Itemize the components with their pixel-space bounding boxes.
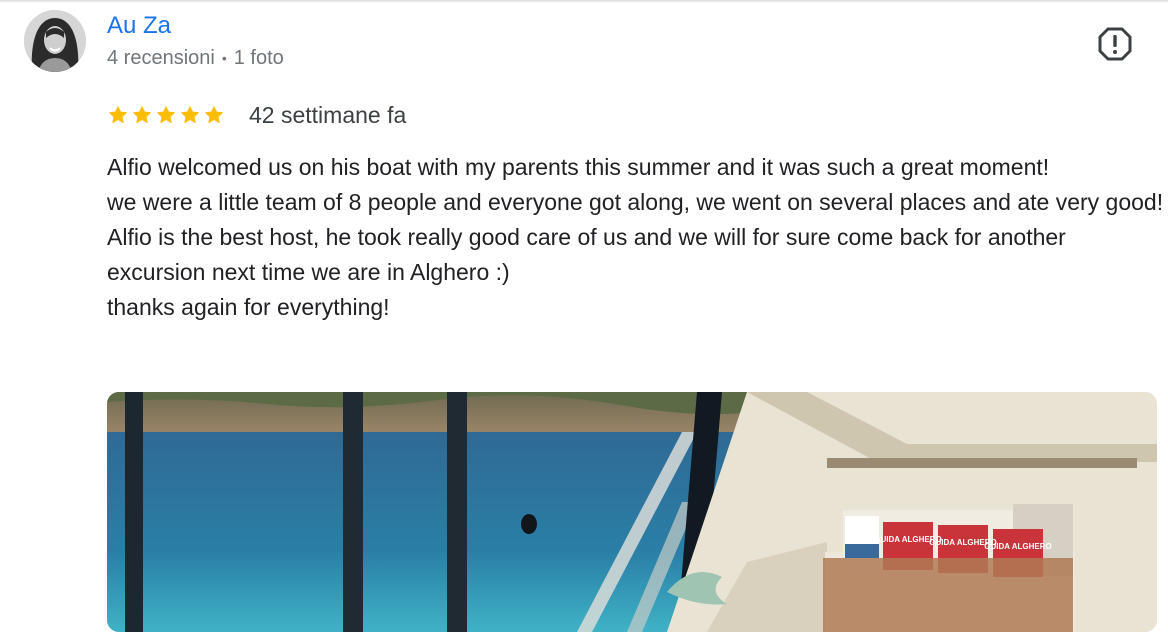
avatar[interactable] <box>24 10 86 72</box>
review-text-line: we were a little team of 8 people and ev… <box>107 189 1164 215</box>
review-time-ago: 42 settimane fa <box>249 102 407 128</box>
review-text: Alfio welcomed us on his boat with my pa… <box>107 150 1165 325</box>
avatar-image <box>24 10 86 72</box>
review-text-line: thanks again for everything! <box>107 294 390 320</box>
star-icon <box>132 105 152 124</box>
review-photo[interactable]: GUIDA ALGHERO GUIDA ALGHERO GUIDA ALGHER… <box>107 392 1157 632</box>
meta-separator: • <box>221 50 227 66</box>
star-icon <box>156 105 176 124</box>
top-divider <box>0 0 1168 3</box>
boat-photo-image: GUIDA ALGHERO GUIDA ALGHERO GUIDA ALGHER… <box>107 392 1157 632</box>
report-button[interactable] <box>1097 26 1133 62</box>
star-icon <box>108 105 128 124</box>
review-text-line: Alfio welcomed us on his boat with my pa… <box>107 154 1050 180</box>
author-photos-count: 1 foto <box>233 47 284 69</box>
author-name-link[interactable]: Au Za <box>107 12 171 40</box>
review-text-line: Alfio is the best host, he took really g… <box>107 224 1066 285</box>
report-icon <box>1098 27 1132 61</box>
star-icon <box>180 105 200 124</box>
star-icon <box>204 105 224 124</box>
rating-stars <box>107 100 225 130</box>
photo-sign-label: GUIDA ALGHERO <box>984 542 1051 551</box>
author-reviews-count: 4 recensioni <box>107 47 215 69</box>
author-meta: 4 recensioni • 1 foto <box>107 45 284 71</box>
